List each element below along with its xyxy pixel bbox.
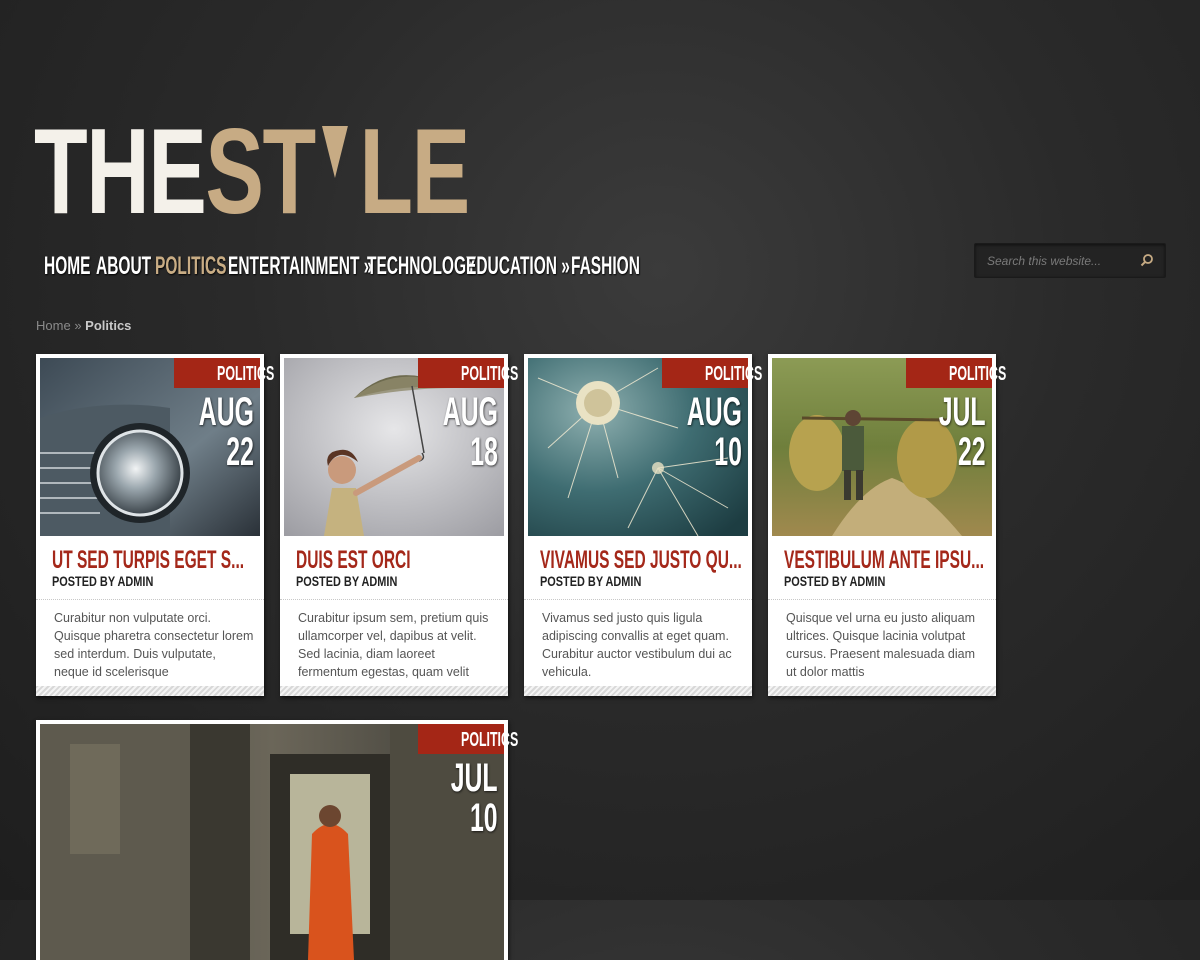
nav-item-technology[interactable]: TECHNOLOGY xyxy=(367,252,476,281)
post-date-month: AUG xyxy=(198,390,254,434)
card-divider xyxy=(768,599,996,600)
category-badge[interactable]: POLITICS xyxy=(173,358,274,388)
nav-item-about[interactable]: ABOUT xyxy=(96,252,151,281)
category-badge[interactable]: POLITICS xyxy=(417,724,518,754)
post-date: AUG 18 xyxy=(409,392,498,472)
nav-item-politics[interactable]: POLITICS xyxy=(155,252,226,281)
post-author: POSTED BY ADMIN xyxy=(784,573,886,589)
post-author: POSTED BY ADMIN xyxy=(52,573,154,589)
post-author: POSTED BY ADMIN xyxy=(540,573,642,589)
post-excerpt: Quisque vel urna eu justo aliquam ultric… xyxy=(786,611,976,679)
nav-item-home[interactable]: HOME xyxy=(44,252,91,281)
card-divider xyxy=(36,599,264,600)
nav-item-education[interactable]: EDUCATION » xyxy=(466,252,570,281)
logo-tick-mark xyxy=(321,126,348,178)
breadcrumb-current: Politics xyxy=(85,318,132,333)
post-date: JUL 10 xyxy=(422,758,498,838)
card-footer-stripes xyxy=(524,686,752,696)
post-title[interactable]: VIVAMUS SED JUSTO QU... xyxy=(540,546,742,575)
card-footer-stripes xyxy=(36,686,264,696)
post-card: POLITICS AUG 18 DUIS EST ORCI POSTED BY … xyxy=(280,354,518,696)
post-date-month: AUG xyxy=(686,390,742,434)
main-nav: HOME ABOUT POLITICS ENTERTAINMENT » TECH… xyxy=(44,252,640,286)
post-title[interactable]: VESTIBULUM ANTE IPSU... xyxy=(784,546,984,575)
post-date: AUG 10 xyxy=(653,392,742,472)
post-card: POLITICS JUL 22 VESTIBULUM ANTE IPSU... … xyxy=(768,354,1006,696)
post-date-month: AUG xyxy=(442,390,498,434)
search-icon[interactable] xyxy=(1139,252,1155,268)
post-date-month: JUL xyxy=(451,756,498,800)
post-excerpt: Curabitur ipsum sem, pretium quis ullamc… xyxy=(298,611,489,679)
breadcrumb-separator: » xyxy=(74,318,82,333)
post-date-day: 22 xyxy=(226,430,254,474)
post-date: AUG 22 xyxy=(165,392,254,472)
search-box xyxy=(974,243,1166,278)
category-badge[interactable]: POLITICS xyxy=(417,358,518,388)
card-footer-stripes xyxy=(768,686,996,696)
post-date: JUL 22 xyxy=(910,392,986,472)
logo-text-st: ST xyxy=(205,103,316,239)
post-excerpt: Curabitur non vulputate orci. Quisque ph… xyxy=(54,611,254,679)
breadcrumb: Home » Politics xyxy=(36,318,131,333)
category-badge[interactable]: POLITICS xyxy=(661,358,762,388)
post-author: POSTED BY ADMIN xyxy=(296,573,398,589)
post-date-day: 10 xyxy=(714,430,742,474)
post-title[interactable]: DUIS EST ORCI xyxy=(296,546,439,575)
site-logo[interactable]: THEST LE xyxy=(34,103,470,239)
post-excerpt: Vivamus sed justo quis ligula adipiscing… xyxy=(542,611,732,679)
post-date-day: 18 xyxy=(470,430,498,474)
post-card: POLITICS AUG 22 UT SED TURPIS EGET S... … xyxy=(36,354,274,696)
logo-text-le: LE xyxy=(359,103,470,239)
post-date-month: JUL xyxy=(939,390,986,434)
post-card-featured: POLITICS JUL 10 xyxy=(36,720,518,960)
category-badge[interactable]: POLITICS xyxy=(905,358,1006,388)
post-card: POLITICS AUG 10 VIVAMUS SED JUSTO QU... … xyxy=(524,354,762,696)
search-input[interactable] xyxy=(985,250,1129,272)
breadcrumb-home-link[interactable]: Home xyxy=(36,318,71,333)
card-divider xyxy=(524,599,752,600)
card-footer-stripes xyxy=(280,686,508,696)
logo-text-the: THE xyxy=(34,103,207,239)
nav-item-entertainment[interactable]: ENTERTAINMENT » xyxy=(228,252,372,281)
nav-item-fashion[interactable]: FASHION xyxy=(571,252,640,281)
post-date-day: 22 xyxy=(958,430,986,474)
card-divider xyxy=(280,599,508,600)
post-date-day: 10 xyxy=(470,796,498,840)
post-title[interactable]: UT SED TURPIS EGET S... xyxy=(52,546,244,575)
